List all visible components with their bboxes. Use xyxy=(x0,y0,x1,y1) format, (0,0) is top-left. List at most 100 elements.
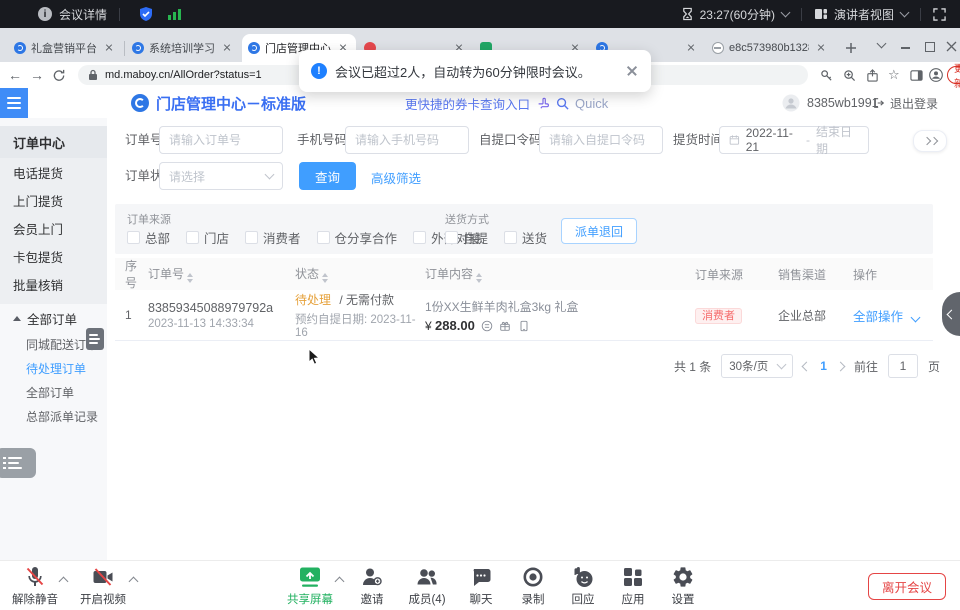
sort-icon[interactable] xyxy=(476,273,482,283)
collapse-filters-button[interactable] xyxy=(913,130,947,152)
hourglass-icon xyxy=(681,7,694,21)
meeting-toast: ! 会议已超过2人，自动转为60分钟限时会议。 xyxy=(299,50,651,92)
url-text: md.maboy.cn/AllOrder?status=1 xyxy=(105,69,262,81)
order-amount: 288.00 xyxy=(435,318,475,333)
sidebar-subitem-hq-dispatch-log[interactable]: 总部派单记录 xyxy=(0,404,107,428)
timer-dropdown-caret[interactable] xyxy=(781,8,791,18)
tab-close-icon[interactable] xyxy=(684,41,698,55)
invite-person-icon xyxy=(360,565,384,589)
view-mode-caret[interactable] xyxy=(900,8,910,18)
col-content[interactable]: 订单内容 xyxy=(425,265,695,283)
back-icon[interactable]: ← xyxy=(4,67,26,83)
checkbox-delivery-selfpickup[interactable]: 自提 xyxy=(445,228,488,247)
date-range-picker[interactable]: 2022-11-21 - 结束日期 xyxy=(719,126,869,154)
goto-page-input[interactable] xyxy=(888,354,918,378)
sidebar-item-phone-pickup[interactable]: 电话提货 xyxy=(0,158,107,186)
new-tab-button[interactable] xyxy=(844,41,858,55)
sidebar-item-batch-verify[interactable]: 批量核销 xyxy=(0,270,107,298)
window-minimize-button[interactable] xyxy=(901,47,910,49)
sidebar-section-order-center[interactable]: 订单中心 xyxy=(0,126,107,158)
lock-icon xyxy=(88,69,98,81)
checkbox-delivery-deliver[interactable]: 送货 xyxy=(504,228,547,247)
cell-status: 待处理 / 无需付款 预约自提日期: 2023-11-16 xyxy=(295,291,425,339)
coupon-icon xyxy=(481,320,493,332)
sidebar-subitem-all-orders[interactable]: 全部订单 xyxy=(0,380,107,404)
toast-close-icon[interactable] xyxy=(625,64,639,78)
pickup-code-input[interactable] xyxy=(539,126,663,154)
app-logo xyxy=(131,94,149,112)
meeting-timer: 23:27(60分钟) xyxy=(700,6,775,23)
meeting-details-label[interactable]: 会议详情 xyxy=(59,6,107,23)
order-no-input[interactable] xyxy=(159,126,283,154)
quick-label[interactable]: Quick xyxy=(575,96,608,111)
search-button[interactable]: 查询 xyxy=(299,162,356,190)
tab-close-icon[interactable] xyxy=(814,41,828,55)
sort-icon[interactable] xyxy=(187,273,193,283)
tab-close-icon[interactable] xyxy=(220,41,234,55)
invite-label: 邀请 xyxy=(361,591,384,607)
start-video-button[interactable]: 开启视频 xyxy=(71,565,135,607)
network-signal-icon[interactable] xyxy=(168,9,181,20)
zoom-icon[interactable] xyxy=(843,69,856,82)
table-row[interactable]: 1 83859345088979792a 2023-11-13 14:33:34… xyxy=(115,290,933,341)
tab-close-icon[interactable] xyxy=(102,41,116,55)
logout-button[interactable]: 退出登录 xyxy=(890,95,938,112)
security-shield-icon[interactable] xyxy=(138,6,154,22)
chat-label: 聊天 xyxy=(470,591,493,607)
sidebar-item-member-visit[interactable]: 会员上门 xyxy=(0,214,107,242)
checkbox-source-warehouse-share[interactable]: 仓分享合作 xyxy=(317,228,398,247)
sidebar-item-door-pickup[interactable]: 上门提货 xyxy=(0,186,107,214)
page-size-select[interactable]: 30条/页 xyxy=(721,354,793,378)
bookmark-star-icon[interactable]: ☆ xyxy=(888,67,900,83)
checkbox-source-store[interactable]: 门店 xyxy=(186,228,229,247)
settings-button[interactable]: 设置 xyxy=(651,565,715,607)
browser-tab-7[interactable]: e8c573980b1328a258fd2e61 xyxy=(706,34,834,62)
window-menu-caret[interactable] xyxy=(877,39,887,49)
next-page-button[interactable] xyxy=(836,361,846,371)
leave-meeting-button[interactable]: 离开会议 xyxy=(868,573,946,600)
col-order-no[interactable]: 订单号 xyxy=(148,265,295,283)
advanced-filter-link[interactable]: 高级筛选 xyxy=(371,168,421,187)
share-screen-button[interactable]: 共享屏幕 xyxy=(278,565,342,607)
checkbox-source-hq[interactable]: 总部 xyxy=(127,228,170,247)
window-maximize-button[interactable] xyxy=(925,42,935,52)
sidebar-subitem-pending-orders[interactable]: 待处理订单 xyxy=(0,356,107,380)
quick-search-icon[interactable] xyxy=(556,97,569,110)
forward-icon[interactable]: → xyxy=(26,67,48,83)
user-avatar[interactable] xyxy=(782,94,800,112)
tab-title: e8c573980b1328a258fd2e61 xyxy=(729,42,809,54)
browser-tab-1[interactable]: 礼盒营销平台管理中心 xyxy=(8,34,122,62)
unmute-button[interactable]: 解除静音 xyxy=(3,565,67,607)
window-close-button[interactable] xyxy=(946,41,957,52)
floating-order-list-button[interactable] xyxy=(0,448,36,478)
share-icon[interactable] xyxy=(866,69,879,82)
settings-gear-icon xyxy=(671,565,695,589)
current-page[interactable]: 1 xyxy=(820,359,827,373)
phone-input[interactable] xyxy=(345,126,469,154)
browser-update-chip[interactable]: 更新 xyxy=(947,66,960,84)
order-status-select[interactable]: 请选择 xyxy=(159,162,283,190)
tab-title: 系统培训学习 xyxy=(149,40,215,56)
row-action-dropdown[interactable]: 全部操作 xyxy=(853,306,933,325)
col-status[interactable]: 状态 xyxy=(295,265,425,283)
password-key-icon[interactable] xyxy=(820,69,833,82)
page-unit-label: 页 xyxy=(928,358,940,375)
speaker-view-icon xyxy=(814,7,828,21)
quick-card-entry-link[interactable]: 更快捷的券卡查询入口 xyxy=(405,94,530,113)
dispatch-return-button[interactable]: 派单退回 xyxy=(561,218,637,244)
side-panel-icon[interactable] xyxy=(910,69,923,82)
meeting-info-icon[interactable]: i xyxy=(38,7,52,21)
record-icon xyxy=(521,565,545,589)
prev-page-button[interactable] xyxy=(802,361,812,371)
checkbox-source-consumer[interactable]: 消费者 xyxy=(245,228,301,247)
browser-tab-2[interactable]: 系统培训学习 xyxy=(126,34,240,62)
profile-avatar-icon[interactable] xyxy=(929,68,943,82)
sidebar-drag-handle[interactable] xyxy=(86,328,104,350)
fullscreen-icon[interactable] xyxy=(933,8,946,21)
sidebar-item-card-pickup[interactable]: 卡包提货 xyxy=(0,242,107,270)
refresh-icon[interactable] xyxy=(48,69,70,82)
toast-message: 会议已超过2人，自动转为60分钟限时会议。 xyxy=(335,62,591,81)
sort-icon[interactable] xyxy=(322,273,328,283)
view-mode-label[interactable]: 演讲者视图 xyxy=(834,6,894,23)
menu-hamburger-button[interactable] xyxy=(0,88,28,118)
